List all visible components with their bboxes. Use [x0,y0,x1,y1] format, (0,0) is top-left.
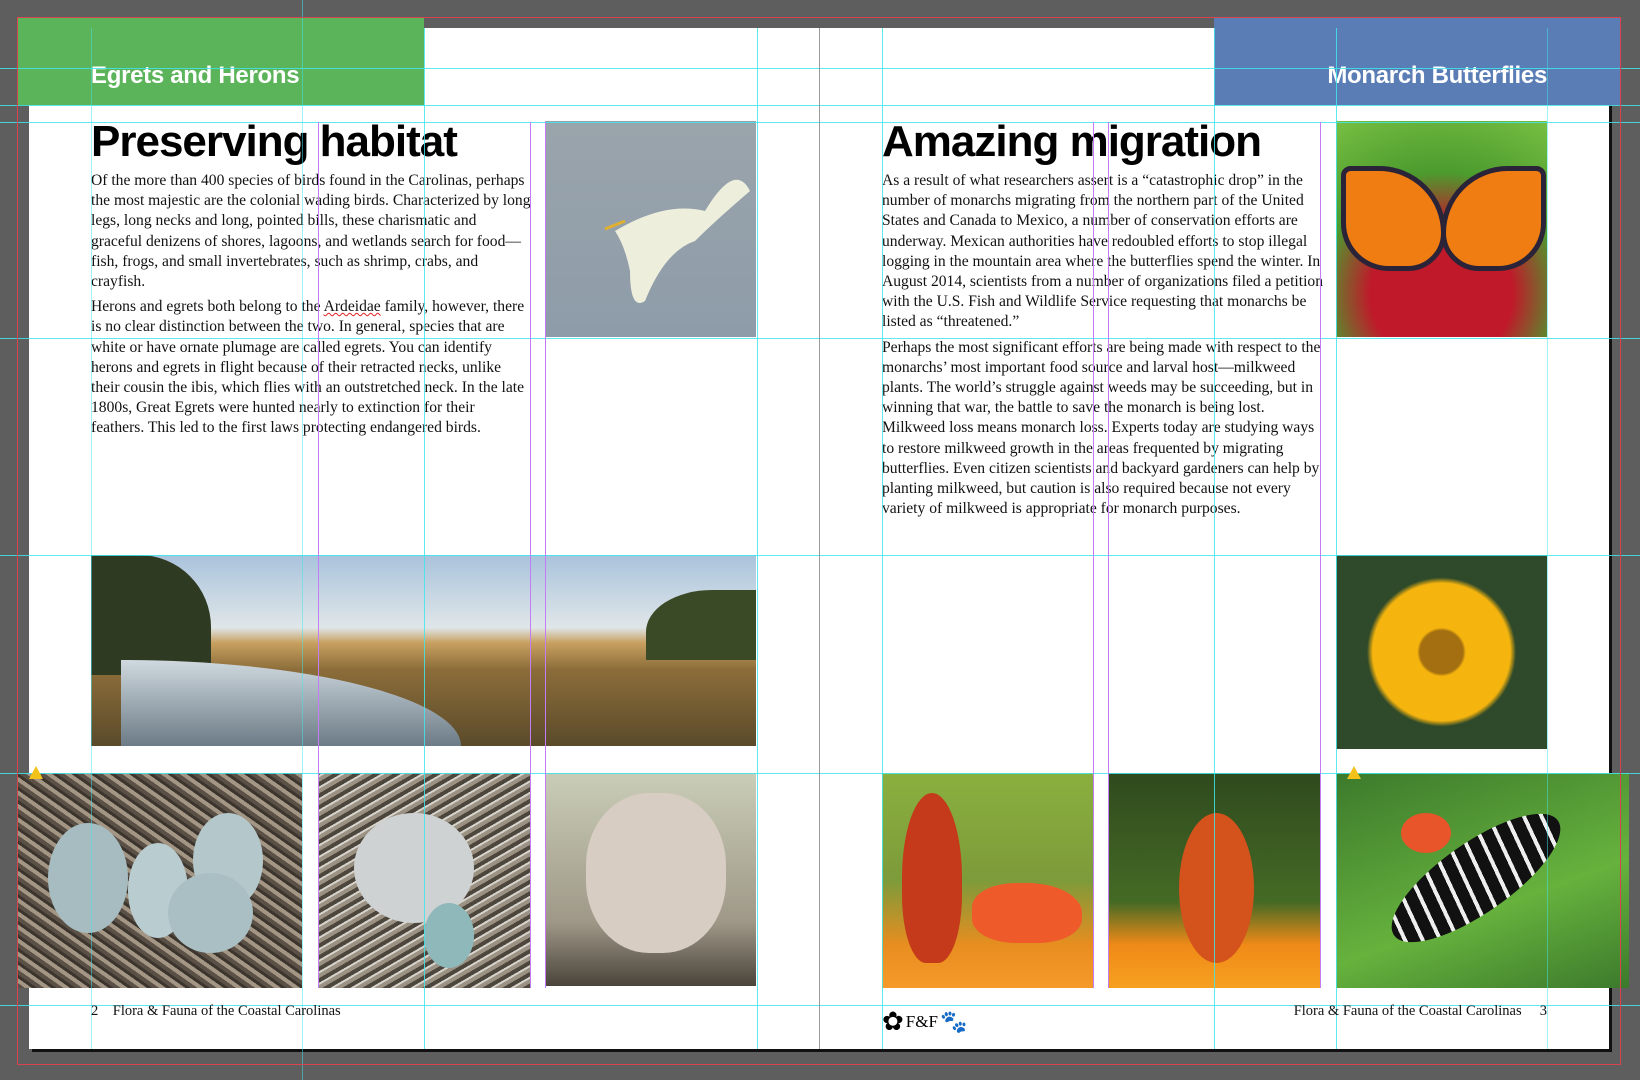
wing [1441,166,1546,271]
egg [48,823,128,933]
paragraph: Perhaps the most significant efforts are… [882,338,1321,518]
bee-on-yellow-flower-image[interactable] [1336,555,1547,749]
egret-chicks-image[interactable] [546,773,756,986]
marsh-trees-left [91,555,211,675]
egg [424,903,474,968]
guide-horizontal [0,338,1640,339]
flower-icon: ✿ [882,1007,904,1036]
page-number-right: 3 [1539,1003,1547,1019]
footer-right: Flora & Fauna of the Coastal Carolinas 3 [1294,1003,1547,1020]
guide-vertical [1336,28,1337,1049]
guide-horizontal [0,105,1640,106]
guide-vertical [91,28,92,1049]
margin-guide [545,122,546,988]
section-label-left: Egrets and Herons [91,62,300,89]
left-page-title[interactable]: Preserving habitat [91,120,458,164]
section-banner-left[interactable]: Egrets and Herons [18,18,424,105]
guide-vertical [424,28,425,1049]
wing [1179,813,1254,963]
right-body-text[interactable]: As a result of what researchers assert i… [882,171,1324,524]
marsh-trees-right [646,590,756,660]
footer-left: 2 Flora & Fauna of the Coastal Carolinas [91,1003,341,1020]
spine-guide [819,28,820,1049]
paragraph: Herons and egrets both belong to the Ard… [91,297,531,438]
guide-vertical [1214,28,1215,1049]
wing [972,883,1082,943]
eggs-in-nest-image[interactable] [18,773,302,988]
guide-horizontal [0,68,1640,69]
logo[interactable]: ✿ F&F 🐾 [882,1006,967,1038]
guide-horizontal [0,122,1640,123]
margin-guide [530,122,531,988]
paragraph: Of the more than 400 species of birds fo… [91,172,531,291]
zebra-longwing-image[interactable] [1336,773,1629,988]
margin-guide [1320,122,1321,988]
guide-vertical [882,28,883,1049]
left-body-text[interactable]: Of the more than 400 species of birds fo… [91,171,531,444]
wing [902,793,962,963]
egret-in-flight-image[interactable] [545,121,756,337]
margin-guide [318,122,319,988]
section-banner-right[interactable]: Monarch Butterflies [1214,18,1621,105]
guide-vertical [1547,28,1548,1049]
margin-guide [1093,122,1094,988]
river [121,660,461,746]
chick [586,793,726,953]
gulf-fritillary-1-image[interactable] [882,773,1093,988]
spelling-flag: Ardeidae [323,298,381,316]
right-page-title[interactable]: Amazing migration [882,120,1262,164]
footer-text-right: Flora & Fauna of the Coastal Carolinas [1293,1003,1522,1019]
text: family, however, there is no clear disti… [91,298,525,437]
paw-icon: 🐾 [939,1009,968,1034]
wing [1341,166,1446,271]
flowers [1401,813,1451,853]
warning-icon[interactable] [29,766,43,779]
text: Herons and egrets both belong to the [91,298,324,316]
section-label-right: Monarch Butterflies [1327,62,1547,89]
margin-guide [1108,122,1109,988]
logo-text: F&F [905,1012,938,1031]
guide-horizontal [0,555,1640,556]
monarch-butterfly-image[interactable] [1336,121,1547,337]
page-number-left: 2 [91,1003,99,1019]
guide-vertical [757,28,758,1049]
guide-vertical [302,0,303,1080]
egg [168,873,253,953]
egret-shape [604,179,750,303]
warning-icon[interactable] [1347,766,1361,779]
paragraph: As a result of what researchers assert i… [882,172,1324,331]
guide-horizontal [0,773,1640,774]
footer-text-left: Flora & Fauna of the Coastal Carolinas [112,1003,341,1019]
